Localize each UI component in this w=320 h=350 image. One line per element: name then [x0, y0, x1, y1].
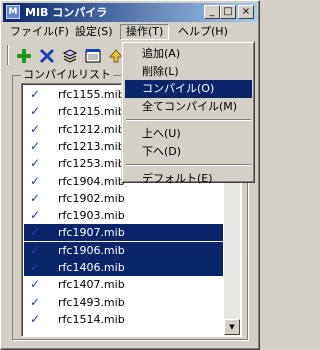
- title-bar[interactable]: M MIB コンパイラ _ □ ×: [3, 3, 257, 22]
- mib-file-name: rfc1907.mib: [58, 226, 125, 240]
- menu-add[interactable]: 追加(A): [125, 45, 252, 63]
- operation-menu-dropdown: 追加(A) 削除(L) コンパイル(O) 全てコンパイル(M) 上へ(U) 下へ(D) デフ…: [121, 41, 255, 185]
- menu-move-down[interactable]: 下へ(D): [125, 143, 252, 161]
- add-button[interactable]: [13, 45, 35, 67]
- mib-file-name: rfc1406.mib: [58, 261, 125, 274]
- plus-icon: [17, 49, 31, 63]
- check-icon[interactable]: ✓: [28, 138, 42, 155]
- menu-operation[interactable]: 操作(T): [120, 24, 170, 40]
- list-item[interactable]: ✓ rfc1407.mib: [24, 276, 223, 293]
- menu-bar: ファイル(F) 設定(S) 操作(T) ヘルプ(H): [3, 23, 257, 41]
- check-icon[interactable]: ✓: [28, 121, 42, 138]
- menu-move-up[interactable]: 上へ(U): [125, 125, 252, 143]
- mib-compiler-window: M MIB コンパイラ _ □ × ファイル(F) 設定(S) 操作(T) ヘル…: [0, 0, 260, 350]
- compile-button[interactable]: [59, 45, 81, 67]
- menu-separator: [126, 119, 251, 121]
- mib-file-name: rfc1155.mib: [58, 88, 125, 101]
- list-item[interactable]: ✓ rfc1902.mib: [24, 190, 223, 207]
- menu-default[interactable]: デフォルト(E): [125, 170, 252, 188]
- list-item[interactable]: ✓ rfc1406.mib: [24, 259, 223, 276]
- maximize-button[interactable]: □: [220, 5, 236, 19]
- app-icon: M: [6, 5, 20, 19]
- mib-file-name: rfc1215.mib: [58, 105, 125, 119]
- menu-separator: [126, 164, 251, 166]
- mib-file-name: rfc1904.mib: [58, 174, 125, 188]
- menu-file[interactable]: ファイル(F): [5, 24, 74, 40]
- compile-all-button[interactable]: [82, 45, 104, 67]
- mib-file-name: rfc1493.mib: [58, 295, 125, 309]
- list-item[interactable]: ✓ rfc1514.mib: [24, 311, 223, 328]
- compile-all-icon: [85, 49, 101, 63]
- mib-file-name: rfc1906.mib: [58, 243, 125, 257]
- mib-file-name: rfc1903.mib: [58, 209, 125, 223]
- menu-compile[interactable]: コンパイル(O): [125, 80, 252, 98]
- check-icon[interactable]: ✓: [28, 311, 42, 328]
- compile-list-label: コンパイルリスト: [21, 68, 113, 82]
- check-icon[interactable]: ✓: [28, 276, 42, 293]
- list-item[interactable]: ✓ rfc1907.mib: [24, 224, 223, 242]
- check-icon[interactable]: ✓: [28, 294, 42, 311]
- check-icon[interactable]: ✓: [28, 190, 42, 207]
- menu-remove[interactable]: 削除(L): [125, 63, 252, 81]
- check-icon[interactable]: ✓: [28, 207, 42, 224]
- toolbar-grip: [7, 45, 9, 65]
- compile-stack-icon: [62, 49, 78, 63]
- menu-compile-all[interactable]: 全てコンパイル(M): [125, 98, 252, 116]
- check-icon[interactable]: ✓: [28, 242, 42, 259]
- list-item[interactable]: ✓ rfc1903.mib: [24, 207, 223, 224]
- delete-x-icon: [39, 48, 55, 64]
- check-icon[interactable]: ✓: [28, 86, 42, 103]
- menu-help[interactable]: ヘルプ(H): [173, 24, 233, 40]
- check-icon[interactable]: ✓: [28, 259, 42, 276]
- window-title: MIB コンパイラ: [25, 6, 108, 19]
- scroll-down-button[interactable]: ▼: [224, 319, 240, 335]
- mib-file-name: rfc1902.mib: [58, 191, 125, 205]
- mib-file-name: rfc1213.mib: [58, 139, 125, 153]
- check-icon[interactable]: ✓: [28, 155, 42, 172]
- list-item[interactable]: ✓ rfc1493.mib: [24, 294, 223, 311]
- list-item[interactable]: ✓ rfc1906.mib: [24, 241, 223, 259]
- close-button[interactable]: ×: [238, 5, 254, 19]
- minimize-button[interactable]: _: [204, 5, 220, 19]
- check-icon[interactable]: ✓: [28, 224, 42, 241]
- mib-file-name: rfc1212.mib: [58, 122, 125, 136]
- delete-button[interactable]: [36, 45, 58, 67]
- mib-file-name: rfc1253.mib: [58, 157, 125, 171]
- check-icon[interactable]: ✓: [28, 103, 42, 120]
- check-icon[interactable]: ✓: [28, 173, 42, 190]
- menu-settings[interactable]: 設定(S): [70, 24, 118, 40]
- mib-file-name: rfc1407.mib: [58, 278, 125, 292]
- mib-file-name: rfc1514.mib: [58, 312, 125, 326]
